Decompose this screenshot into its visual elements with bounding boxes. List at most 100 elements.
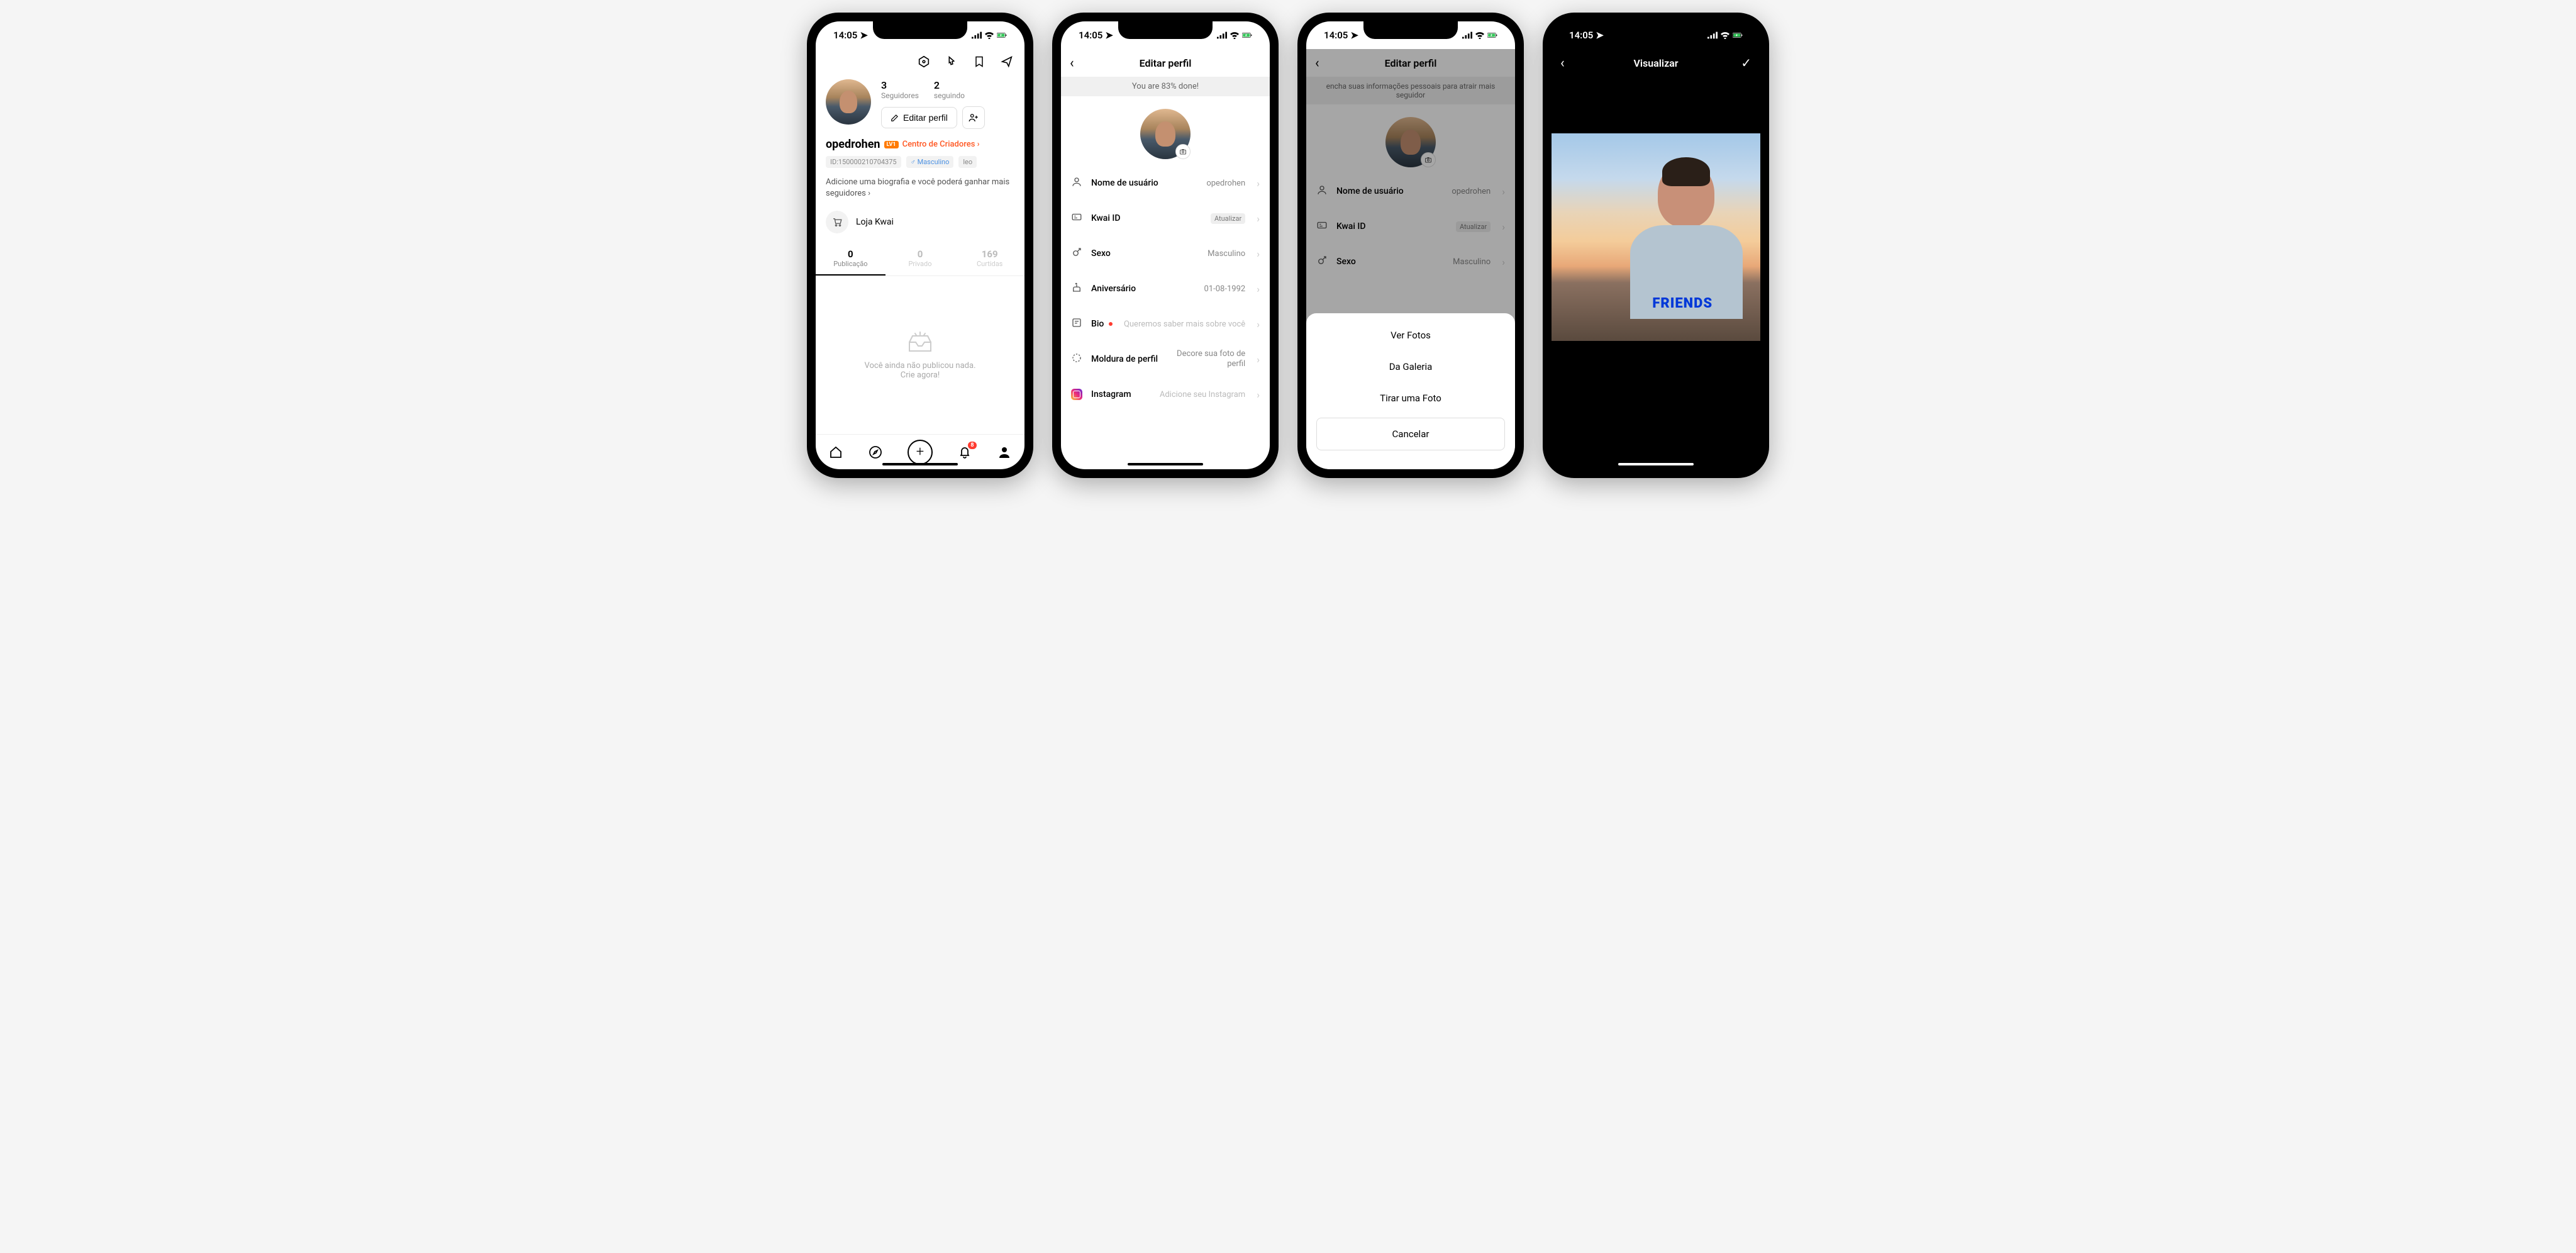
row-kwai-id[interactable]: Kwai ID Atualizar › [1071,201,1260,236]
following-stat[interactable]: 2 seguindo [934,79,965,100]
row-bio[interactable]: Bio Queremos saber mais sobre você › [1071,306,1260,342]
status-time: 14:05 [1079,30,1102,41]
chevron-right-icon: › [1257,389,1260,401]
profile-tabs: 0 Publicação 0 Privado 169 Curtidas [816,242,1024,276]
chevron-right-icon: › [1502,186,1505,198]
cancel-button[interactable]: Cancelar [1316,418,1505,450]
nav-create[interactable]: + [908,440,933,465]
content: ‹ Editar perfil You are 83% done! Nome d… [1061,49,1270,469]
gender-icon [1316,255,1329,269]
screen: 14:05 ➤ ‹ Visualizar ✓ FRIENDS [1552,21,1760,469]
header: ‹ Visualizar ✓ [1552,49,1760,77]
top-action-bar [816,49,1024,74]
tab-private[interactable]: 0 Privado [886,242,955,276]
private-label: Privado [886,260,955,268]
screen: 14:05 ➤ ‹ Editar perfil You are 83% done… [1061,21,1270,469]
status-right [1707,31,1743,39]
row-label: Nome de usuário [1336,186,1404,196]
pointer-icon[interactable] [944,54,959,69]
id-icon [1071,211,1084,225]
settings-list: Nome de usuário opedrohen › Kwai ID Atua… [1306,174,1515,279]
pencil-icon [891,113,899,122]
cart-icon [826,211,848,233]
row-label: Aniversário [1091,284,1136,294]
row-label: Kwai ID [1336,221,1366,231]
id-tag: ID:150000210704375 [826,156,901,168]
row-frame[interactable]: Moldura de perfil Decore sua foto de per… [1071,342,1260,377]
nav-home[interactable] [828,444,844,460]
option-take-photo[interactable]: Tirar uma Foto [1316,382,1505,414]
wifi-icon [984,31,994,39]
row-birthday[interactable]: Aniversário 01-08-1992 › [1071,271,1260,306]
following-count: 2 [934,79,965,91]
row-kwai-id: Kwai ID Atualizar › [1316,209,1505,244]
row-username[interactable]: Nome de usuário opedrohen › [1071,165,1260,201]
chevron-right-icon: › [1257,283,1260,295]
row-value: opedrohen [1206,179,1245,188]
creators-center-link[interactable]: Centro de Criadores › [902,140,980,149]
row-value: Adicione seu Instagram [1160,390,1245,399]
status-right [1462,31,1497,39]
content-dimmed: ‹ Editar perfil encha suas informações p… [1306,49,1515,469]
status-time: 14:05 [1569,30,1593,41]
page-title: Editar perfil [1140,57,1192,69]
shop-label: Loja Kwai [856,217,894,227]
content: 3 Seguidores 2 seguindo Editar perfil [816,49,1024,469]
home-indicator[interactable] [1128,463,1203,465]
status-time: 14:05 [1324,30,1348,41]
preview-image[interactable]: FRIENDS [1552,133,1760,341]
row-sex[interactable]: Sexo Masculino › [1071,236,1260,271]
avatar-section [1061,96,1270,165]
tab-posts[interactable]: 0 Publicação [816,242,886,276]
bookmark-icon[interactable] [972,54,987,69]
person-icon [1316,184,1329,198]
settings-list: Nome de usuário opedrohen › Kwai ID Atua… [1061,165,1270,412]
avatar-edit[interactable] [1140,109,1191,159]
inbox-icon [904,331,936,356]
nav-notifications[interactable]: 8 [957,444,973,460]
row-instagram[interactable]: Instagram Adicione seu Instagram › [1071,377,1260,412]
photo-action-sheet: Ver Fotos Da Galeria Tirar uma Foto Canc… [1306,313,1515,469]
phone-2-edit-profile: 14:05 ➤ ‹ Editar perfil You are 83% done… [1052,13,1279,478]
battery-icon [1487,31,1497,39]
home-indicator[interactable] [1618,463,1694,465]
phone-3-photo-options: 14:05 ➤ ‹ Editar perfil encha suas infor… [1297,13,1524,478]
followers-stat[interactable]: 3 Seguidores [881,79,919,100]
bio-prompt[interactable]: Adicione uma biografia e você poderá gan… [816,170,1024,206]
gender-tag: ♂ Masculino [906,156,954,168]
empty-text-2: Crie agora! [864,370,975,380]
chevron-right-icon: › [1257,354,1260,365]
progress-banner: You are 83% done! [1061,77,1270,96]
row-label: Kwai ID [1091,213,1121,223]
confirm-button[interactable]: ✓ [1741,55,1752,70]
nav-discover[interactable] [867,444,884,460]
avatar[interactable] [826,79,871,125]
option-view-photos[interactable]: Ver Fotos [1316,320,1505,351]
row-value: Atualizar [1211,213,1245,224]
chevron-right-icon: › [1502,256,1505,268]
note-icon [1071,317,1084,331]
tab-likes[interactable]: 169 Curtidas [955,242,1024,276]
screen: 14:05 ➤ ‹ Editar perfil encha suas infor… [1306,21,1515,469]
share-icon[interactable] [999,54,1014,69]
back-button[interactable]: ‹ [1560,55,1565,71]
shop-row[interactable]: Loja Kwai [816,206,1024,242]
chevron-right-icon: › [1257,177,1260,189]
hexagon-icon[interactable] [916,54,931,69]
screen: 14:05 ➤ 3 Seguidores [816,21,1024,469]
nav-profile[interactable] [996,444,1013,460]
following-label: seguindo [934,91,965,100]
likes-count: 169 [955,248,1024,260]
home-indicator[interactable] [882,463,958,465]
add-friend-button[interactable] [962,106,985,129]
notch [1118,21,1213,39]
signal-icon [1217,31,1227,39]
page-title: Visualizar [1633,57,1678,69]
wifi-icon [1475,31,1485,39]
row-value: Masculino [1208,249,1245,259]
back-button[interactable]: ‹ [1070,55,1074,71]
edit-profile-button[interactable]: Editar perfil [881,107,957,128]
notch [1363,21,1458,39]
followers-count: 3 [881,79,919,91]
option-from-gallery[interactable]: Da Galeria [1316,351,1505,382]
